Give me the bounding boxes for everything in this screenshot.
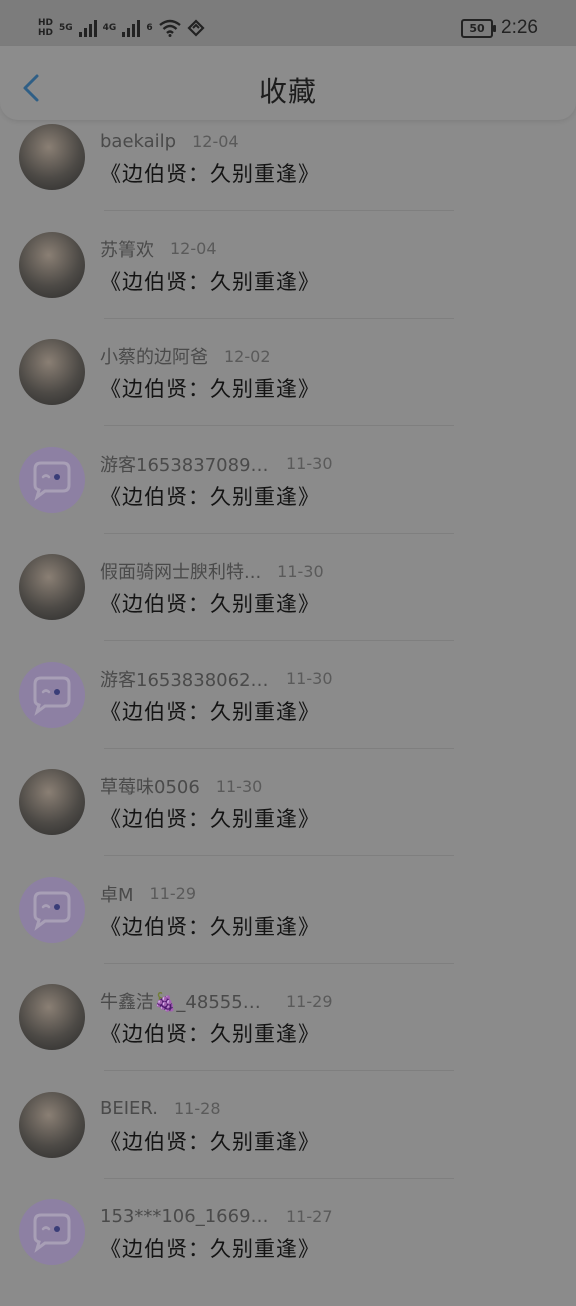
username[interactable]: 假面骑网士腴利特... xyxy=(100,558,261,584)
divider xyxy=(104,317,454,319)
chat-bubble-icon xyxy=(33,891,71,931)
book-title[interactable]: 《边伯贤：久别重逢》 xyxy=(100,373,320,403)
item-meta: 苏箐欢 12-04 xyxy=(100,236,217,262)
network-5g-label: 5G xyxy=(59,22,73,33)
wifi-icon xyxy=(158,19,181,37)
book-title[interactable]: 《边伯贤：久别重逢》 xyxy=(100,803,320,833)
wifi-6-label: 6 xyxy=(146,22,153,33)
item-date: 11-30 xyxy=(286,454,333,473)
item-meta: 游客16538370898... 11-30 xyxy=(100,451,333,477)
book-title[interactable]: 《边伯贤：久别重逢》 xyxy=(100,1233,320,1263)
book-title[interactable]: 《边伯贤：久别重逢》 xyxy=(100,588,320,618)
item-meta: baekailp 12-04 xyxy=(100,128,239,154)
sim-hd-icon: HD HD xyxy=(38,17,54,38)
divider xyxy=(104,1070,454,1071)
item-date: 12-04 xyxy=(170,239,217,258)
username[interactable]: 草莓味0506 xyxy=(100,773,200,799)
item-date: 11-27 xyxy=(286,1206,333,1226)
username[interactable]: BEIER. xyxy=(100,1098,158,1119)
username[interactable]: 游客16538370898... xyxy=(100,451,270,477)
item-meta: 牛鑫洁🍇_485558... 11-29 xyxy=(100,988,333,1014)
book-title[interactable]: 《边伯贤：久别重逢》 xyxy=(100,158,320,188)
item-meta: 153***106_16691... 11-27 xyxy=(100,1203,333,1229)
status-right: 50 2:26 xyxy=(461,14,538,42)
guest-avatar[interactable] xyxy=(19,661,85,728)
item-meta: 游客16538380625... 11-30 xyxy=(100,666,333,692)
guest-avatar[interactable] xyxy=(19,446,85,513)
book-title[interactable]: 《边伯贤：久别重逢》 xyxy=(100,911,320,941)
divider xyxy=(104,1177,454,1179)
username[interactable]: 卓M xyxy=(100,881,134,907)
item-meta: 小蔡的边阿爸 12-02 xyxy=(100,343,271,369)
avatar[interactable] xyxy=(19,1091,85,1158)
signal-icon-2 xyxy=(122,19,141,37)
item-date: 11-30 xyxy=(286,669,333,688)
avatar[interactable] xyxy=(19,339,85,405)
username[interactable]: 苏箐欢 xyxy=(100,236,154,262)
book-title[interactable]: 《边伯贤：久别重逢》 xyxy=(100,1018,320,1048)
status-left: HD HD 5G 4G 6 xyxy=(38,16,205,40)
list-item[interactable]: 假面骑网士腴利特... 11-30 《边伯贤：久别重逢》 xyxy=(0,554,576,661)
list-item[interactable]: 153***106_16691... 11-27 《边伯贤：久别重逢》 xyxy=(0,1199,576,1306)
list-item[interactable]: baekailp 12-04 《边伯贤：久别重逢》 xyxy=(0,124,576,231)
avatar[interactable] xyxy=(19,769,85,835)
divider xyxy=(104,532,454,534)
book-title[interactable]: 《边伯贤：久别重逢》 xyxy=(100,266,320,296)
network-4g-label: 4G xyxy=(102,22,117,33)
battery-level: 50 xyxy=(469,21,485,35)
avatar[interactable] xyxy=(19,554,85,620)
chat-bubble-icon xyxy=(33,461,71,501)
divider xyxy=(104,962,454,964)
username[interactable]: 牛鑫洁🍇_485558... xyxy=(100,988,270,1014)
list-item[interactable]: 游客16538370898... 11-30 《边伯贤：久别重逢》 xyxy=(0,446,576,554)
list-item[interactable]: 草莓味0506 11-30 《边伯贤：久别重逢》 xyxy=(0,769,576,876)
list-item[interactable]: 小蔡的边阿爸 12-02 《边伯贤：久别重逢》 xyxy=(0,339,576,446)
list-item[interactable]: 游客16538380625... 11-30 《边伯贤：久别重逢》 xyxy=(0,661,576,769)
item-date: 11-30 xyxy=(215,776,263,796)
item-date: 11-28 xyxy=(174,1099,221,1118)
book-title[interactable]: 《边伯贤：久别重逢》 xyxy=(100,1126,320,1156)
guest-avatar[interactable] xyxy=(19,1199,85,1265)
book-title[interactable]: 《边伯贤：久别重逢》 xyxy=(100,481,320,511)
divider xyxy=(104,747,454,749)
item-meta: 草莓味0506 11-30 xyxy=(100,773,262,799)
username[interactable]: 小蔡的边阿爸 xyxy=(100,343,208,369)
guest-avatar[interactable] xyxy=(19,876,85,943)
book-title[interactable]: 《边伯贤：久别重逢》 xyxy=(100,696,320,726)
item-date: 11-29 xyxy=(286,991,333,1011)
battery-icon: 50 xyxy=(461,18,497,38)
item-meta: 卓M 11-29 xyxy=(100,881,196,907)
divider xyxy=(104,640,454,641)
page-title: 收藏 xyxy=(258,75,317,108)
list-item[interactable]: 苏箐欢 12-04 《边伯贤：久别重逢》 xyxy=(0,231,576,339)
username[interactable]: baekailp xyxy=(100,131,176,152)
item-date: 12-02 xyxy=(224,346,271,366)
signal-icon xyxy=(78,19,97,37)
divider xyxy=(104,855,454,856)
list-item[interactable]: 牛鑫洁🍇_485558... 11-29 《边伯贤：久别重逢》 xyxy=(0,984,576,1091)
avatar[interactable] xyxy=(19,231,85,298)
divider xyxy=(104,425,454,426)
item-meta: BEIER. 11-28 xyxy=(100,1096,221,1122)
username[interactable]: 153***106_16691... xyxy=(100,1206,270,1227)
header: 收藏 xyxy=(0,46,576,120)
item-date: 11-30 xyxy=(277,561,324,581)
nfc-icon xyxy=(187,19,205,37)
clock: 2:26 xyxy=(501,17,538,38)
list-item[interactable]: 卓M 11-29 《边伯贤：久别重逢》 xyxy=(0,876,576,984)
avatar[interactable] xyxy=(19,984,85,1050)
item-date: 12-04 xyxy=(192,131,239,151)
divider xyxy=(104,210,454,211)
item-meta: 假面骑网士腴利特... 11-30 xyxy=(100,558,324,584)
chat-bubble-icon xyxy=(33,1213,71,1253)
avatar[interactable] xyxy=(19,124,85,190)
chat-bubble-icon xyxy=(33,676,71,716)
list-item[interactable]: BEIER. 11-28 《边伯贤：久别重逢》 xyxy=(0,1091,576,1199)
item-date: 11-29 xyxy=(149,884,197,903)
username[interactable]: 游客16538380625... xyxy=(100,666,270,692)
